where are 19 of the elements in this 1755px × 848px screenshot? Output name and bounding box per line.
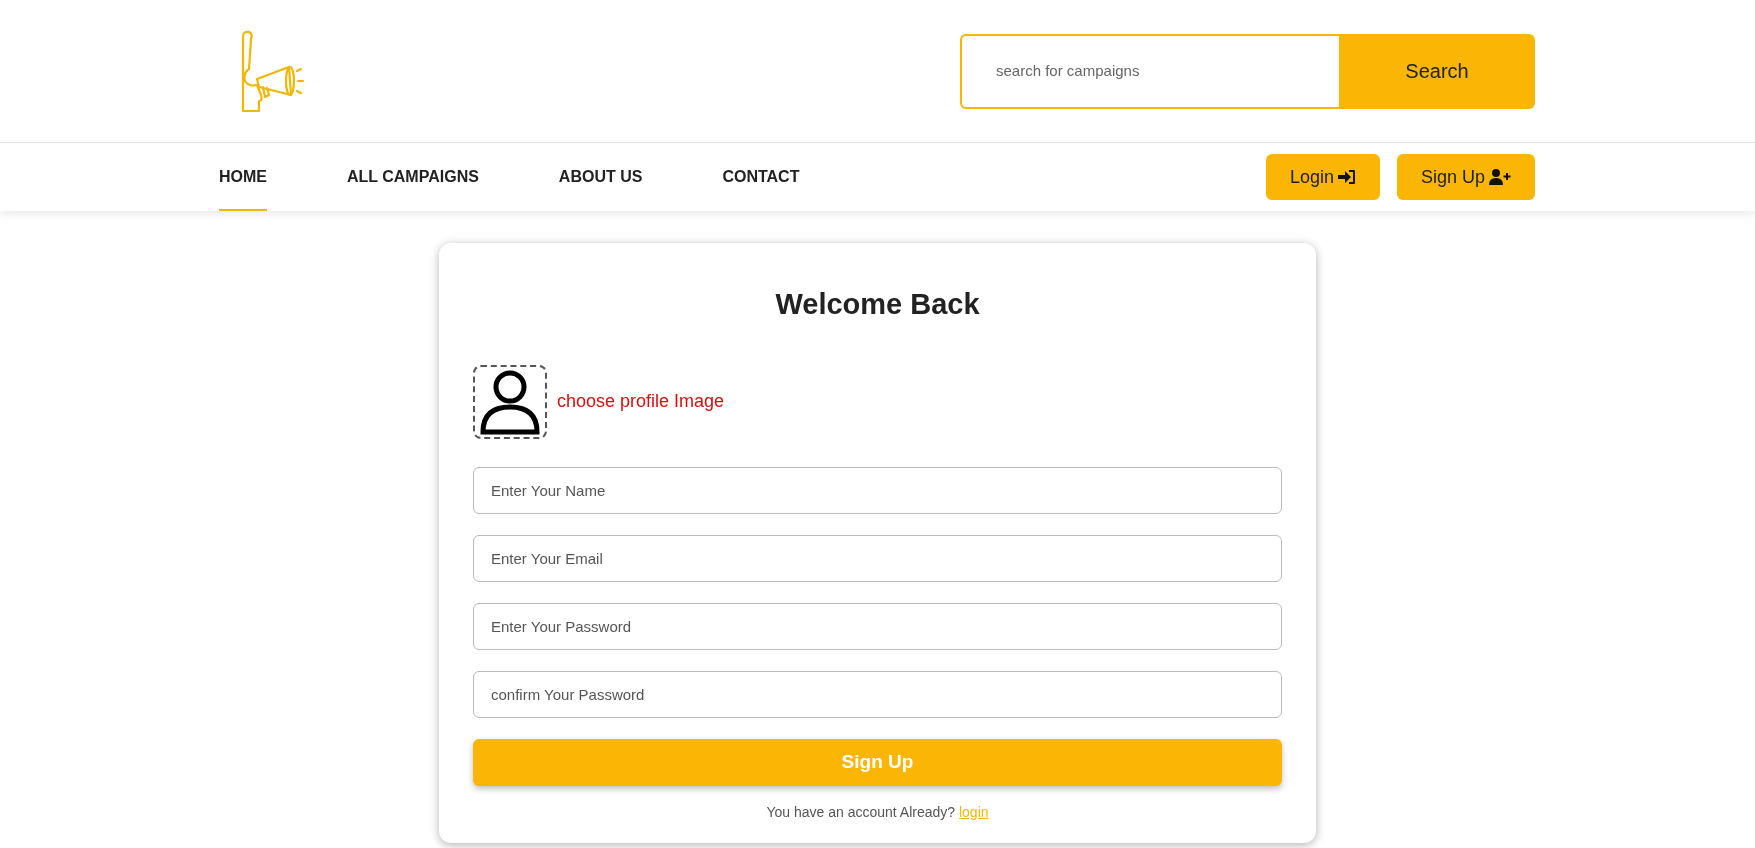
nav-link[interactable]: CONTACT	[722, 143, 800, 211]
nav-link[interactable]: HOME	[219, 143, 267, 211]
nav-link[interactable]: ALL CAMPAIGNS	[347, 143, 479, 211]
form-title: Welcome Back	[774, 287, 981, 322]
sign-up-nav-button[interactable]: Sign Up	[1396, 154, 1535, 200]
profile-image-picker[interactable]	[473, 364, 547, 439]
search-button[interactable]: Search	[1339, 33, 1535, 109]
footer-text: You have an account Already?	[766, 803, 956, 820]
add-user-icon	[1489, 169, 1511, 185]
nav-link[interactable]: ABOUT US	[558, 143, 643, 211]
person-icon	[479, 368, 541, 435]
sign-in-icon	[1337, 169, 1356, 185]
search-field[interactable]: search for campaigns	[960, 33, 1339, 109]
input-field[interactable]: Enter Your Email	[473, 534, 1282, 582]
input-field[interactable]: Enter Your Name	[473, 466, 1282, 514]
login-button[interactable]: Login	[1265, 154, 1380, 200]
choose-image-label[interactable]: choose profile Image	[557, 388, 725, 415]
input-field[interactable]: confirm Your Password	[473, 670, 1282, 718]
input-field[interactable]: Enter Your Password	[473, 602, 1282, 650]
